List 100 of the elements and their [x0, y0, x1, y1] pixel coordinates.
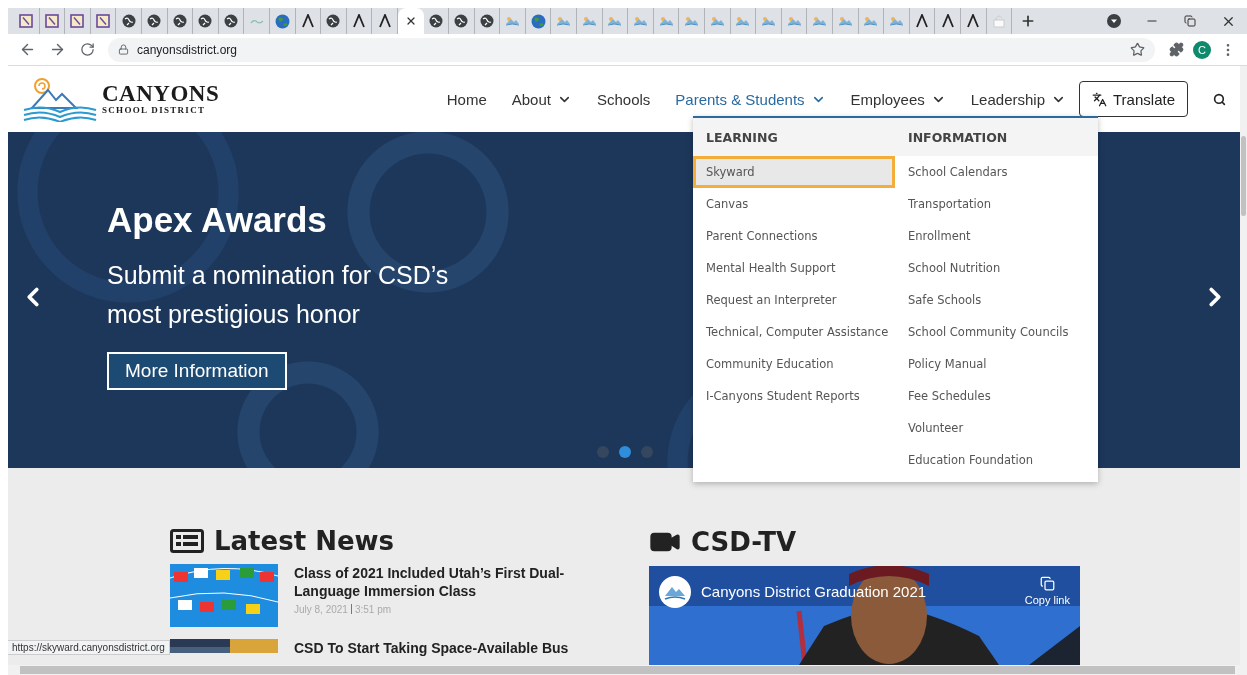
lambda-icon: [378, 14, 391, 28]
bookmark-star-icon[interactable]: [1130, 42, 1145, 57]
carousel-dot[interactable]: [619, 446, 631, 458]
copy-link-button[interactable]: Copy link: [1024, 576, 1070, 606]
status-bar-url: https://skyward.canyonsdistrict.org: [8, 640, 170, 655]
restore-icon: [1184, 15, 1196, 27]
menu-item[interactable]: Transportation: [895, 188, 1098, 220]
url-text: canyonsdistrict.org: [137, 42, 239, 57]
lock-icon: [991, 14, 1006, 28]
video-player[interactable]: Canyons District Graduation 2021 Copy link: [649, 566, 1080, 665]
lambda-icon: [301, 14, 314, 28]
globe-icon: [224, 14, 239, 28]
mountain-icon: [786, 16, 802, 26]
menu-item[interactable]: School Calendars: [895, 156, 1098, 188]
menu-item[interactable]: Education Foundation: [895, 444, 1098, 476]
vertical-scrollbar[interactable]: [1240, 66, 1247, 665]
menu-heading: LEARNING: [693, 118, 895, 156]
carousel-dot[interactable]: [597, 446, 609, 458]
globe-icon: [147, 14, 162, 28]
menu-item[interactable]: Policy Manual: [895, 348, 1098, 380]
nav-link[interactable]: Leadership: [970, 90, 1066, 108]
earth-icon: [530, 13, 546, 29]
mountain-icon: [837, 16, 853, 26]
lambda-icon: [941, 14, 954, 28]
translate-button[interactable]: Translate: [1079, 81, 1188, 117]
mountain-icon: [761, 16, 776, 26]
menu-item[interactable]: Parent Connections: [693, 220, 895, 252]
menu-heading: INFORMATION: [895, 118, 1098, 156]
menu-item[interactable]: I-Canyons Student Reports: [693, 380, 895, 412]
menu-item[interactable]: Safe Schools: [895, 284, 1098, 316]
logo-icon: [22, 76, 98, 122]
more-information-button[interactable]: More Information: [107, 352, 287, 390]
mountain-icon: [607, 16, 623, 26]
globe-icon: [172, 14, 187, 28]
translate-icon: [1092, 91, 1107, 107]
lambda-icon: [916, 14, 929, 28]
search-icon[interactable]: [1213, 92, 1226, 106]
copy-icon: [1039, 576, 1055, 591]
mountain-icon: [863, 16, 879, 26]
carousel-dot[interactable]: [641, 446, 653, 458]
address-bar[interactable]: canyonsdistrict.org: [108, 37, 1155, 62]
menu-item[interactable]: Volunteer: [895, 412, 1098, 444]
menu-item[interactable]: Request an Interpreter: [693, 284, 895, 316]
scrollbar-thumb[interactable]: [1241, 136, 1246, 216]
nav-link[interactable]: Home: [446, 90, 487, 108]
menu-item[interactable]: School Community Councils: [895, 316, 1098, 348]
globe-icon: [480, 14, 494, 28]
mountain-icon: [556, 16, 572, 26]
globe-icon: [454, 14, 469, 28]
mountain-icon: [735, 16, 751, 26]
scrollbar-thumb[interactable]: [20, 666, 1235, 674]
mountain-icon: [658, 16, 674, 26]
section-heading: Latest News: [214, 526, 395, 556]
menu-item[interactable]: Mental Health Support: [693, 252, 895, 284]
mountain-icon: [684, 16, 700, 26]
logo-name: CANYONS: [102, 83, 220, 105]
news-icon: [170, 529, 204, 553]
menu-item[interactable]: School Nutrition: [895, 252, 1098, 284]
nav-link[interactable]: Employees: [850, 90, 946, 108]
menu-item[interactable]: Canvas: [693, 188, 895, 220]
logo-subtitle: SCHOOL DISTRICT: [102, 105, 207, 115]
earth-icon: [274, 13, 290, 29]
horizontal-scrollbar[interactable]: [8, 665, 1247, 675]
mountain-icon: [581, 16, 597, 26]
nav-link[interactable]: Schools: [596, 90, 651, 108]
channel-logo-icon: [659, 576, 691, 608]
notebook-icon: [70, 14, 85, 28]
menu-item[interactable]: Skyward: [693, 156, 895, 188]
news-title-link[interactable]: Class of 2021 Included Utah’s First Dual-Language Immersion Class: [294, 564, 614, 600]
news-time: 3:51 pm: [354, 604, 392, 615]
lock-icon: [118, 44, 129, 55]
lambda-icon: [967, 14, 980, 28]
notebook-icon: [96, 14, 111, 28]
menu-item[interactable]: Community Education: [693, 348, 895, 380]
nav-link[interactable]: About: [511, 90, 572, 108]
mountain-icon: [633, 16, 649, 26]
hero-title: Apex Awards: [107, 200, 328, 240]
menu-item[interactable]: Enrollment: [895, 220, 1098, 252]
menu-item[interactable]: Fee Schedules: [895, 380, 1098, 412]
mountain-icon: [505, 16, 521, 26]
lambda-icon: [353, 14, 365, 28]
puzzle-icon: [1168, 42, 1184, 57]
news-date: July 8, 2021: [294, 604, 348, 615]
globe-icon: [326, 14, 341, 28]
globe-icon: [428, 14, 443, 28]
mountain-icon: [889, 16, 904, 26]
globe-icon: [121, 14, 136, 28]
mountain-icon: [812, 16, 828, 26]
video-title: Canyons District Graduation 2021: [701, 583, 928, 600]
mountain-icon: [709, 16, 725, 26]
news-title-link[interactable]: CSD To Start Taking Space-Available Bus: [294, 639, 614, 657]
reload-icon: [79, 42, 95, 57]
notebook-icon: [44, 14, 59, 28]
dropdown-circle-icon: [1107, 14, 1121, 28]
nav-link[interactable]: Parents & Students: [675, 90, 826, 108]
notebook-icon: [19, 14, 34, 28]
menu-item[interactable]: Technical, Computer Assistance: [693, 316, 895, 348]
hero-subtitle: Submit a nomination for CSD’s most prestigious honor: [107, 260, 450, 330]
globe-icon: [198, 14, 213, 28]
profile-avatar[interactable]: C: [1193, 40, 1211, 59]
